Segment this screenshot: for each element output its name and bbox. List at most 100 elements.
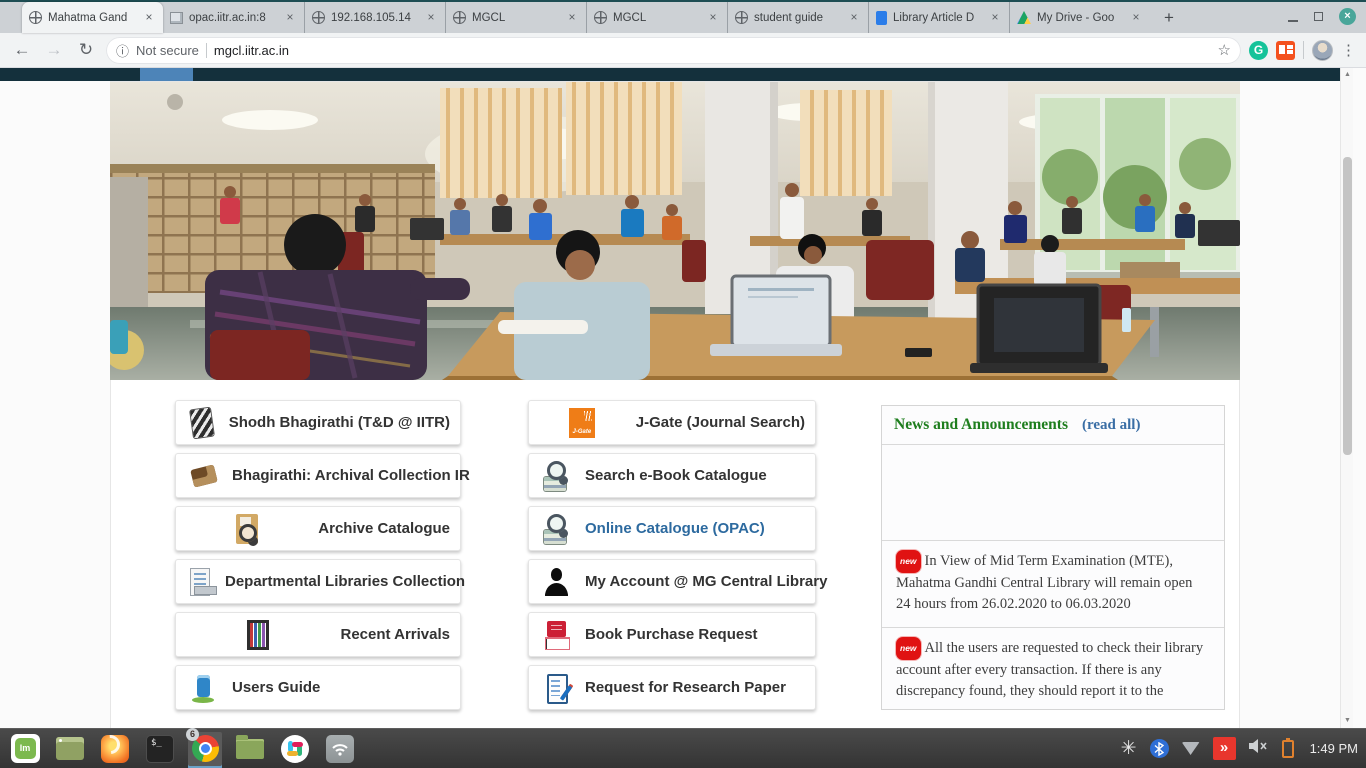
tab-title: Mahatma Gand bbox=[48, 12, 136, 24]
bookmark-star-icon[interactable]: ☆ bbox=[1218, 41, 1231, 59]
search-books-icon bbox=[543, 460, 570, 492]
link-label: Book Purchase Request bbox=[585, 626, 758, 643]
close-icon[interactable]: × bbox=[424, 11, 438, 25]
tab-title: MGCL bbox=[613, 12, 700, 24]
info-icon[interactable]: ⓘ bbox=[116, 41, 129, 60]
link-book-purchase-request[interactable]: Book Purchase Request bbox=[528, 612, 816, 657]
close-icon[interactable]: × bbox=[142, 11, 156, 25]
news-header: News and Announcements (read all) bbox=[882, 406, 1224, 445]
browser-toolbar: ← → ↻ ⓘ Not secure mgcl.iitr.ac.in ☆ G ⋮ bbox=[0, 33, 1366, 68]
new-badge: new bbox=[896, 550, 921, 573]
terminal-launcher[interactable]: $_ bbox=[143, 732, 177, 766]
close-icon[interactable]: × bbox=[565, 11, 579, 25]
close-icon[interactable]: × bbox=[283, 11, 297, 25]
slack-launcher[interactable] bbox=[278, 732, 312, 766]
tab-title: opac.iitr.ac.in:8 bbox=[189, 12, 277, 24]
profile-avatar[interactable] bbox=[1312, 40, 1333, 61]
link-request-research-paper[interactable]: Request for Research Paper bbox=[528, 665, 816, 710]
link-label: Search e-Book Catalogue bbox=[585, 467, 767, 484]
browser-menu-icon[interactable]: ⋮ bbox=[1341, 41, 1356, 59]
hero-photo bbox=[110, 82, 1240, 380]
link-search-ebook[interactable]: Search e-Book Catalogue bbox=[528, 453, 816, 498]
divider bbox=[1303, 41, 1304, 59]
close-icon[interactable]: × bbox=[988, 11, 1002, 25]
firefox-launcher[interactable] bbox=[98, 732, 132, 766]
terminal-icon: $_ bbox=[146, 735, 174, 763]
search-books-icon bbox=[543, 513, 570, 545]
tab-title: Library Article D bbox=[893, 12, 982, 24]
globe-icon bbox=[735, 11, 748, 24]
link-departmental-libraries[interactable]: Departmental Libraries Collection bbox=[175, 559, 461, 604]
read-all-link[interactable]: (read all) bbox=[1082, 417, 1140, 434]
desktop-window-icon bbox=[56, 737, 84, 760]
link-recent-arrivals[interactable]: Recent Arrivals bbox=[175, 612, 461, 657]
link-jgate[interactable]: J-Gate J-Gate (Journal Search) bbox=[528, 400, 816, 445]
document-printer-icon bbox=[190, 568, 210, 596]
show-desktop-button[interactable] bbox=[53, 732, 87, 766]
page-scrollbar[interactable]: ▲ ▼ bbox=[1340, 68, 1353, 728]
taskbar: lm $_ 6 bbox=[0, 728, 1366, 768]
tab-student-guide[interactable]: student guide × bbox=[727, 2, 868, 33]
site-navigation-bar bbox=[0, 68, 1353, 81]
globe-icon bbox=[29, 11, 42, 24]
window-controls: × bbox=[1288, 8, 1356, 25]
reload-button[interactable]: ↻ bbox=[74, 40, 98, 60]
restore-button[interactable] bbox=[1314, 12, 1323, 21]
slack-tray-icon[interactable]: ✳ bbox=[1121, 740, 1137, 758]
browser-tab-strip: Mahatma Gand × opac.iitr.ac.in:8 × 192.1… bbox=[0, 0, 1366, 33]
file-manager-launcher[interactable] bbox=[233, 732, 267, 766]
minimize-button[interactable] bbox=[1288, 20, 1298, 22]
nav-active-item[interactable] bbox=[140, 68, 193, 81]
tab-opac[interactable]: opac.iitr.ac.in:8 × bbox=[163, 2, 304, 33]
firefox-icon bbox=[101, 735, 129, 763]
forward-button[interactable]: → bbox=[42, 40, 66, 60]
volume-muted-icon[interactable] bbox=[1249, 738, 1269, 759]
quick-links-section: Shodh Bhagirathi (T&D @ IITR) Bhagirathi… bbox=[111, 380, 1239, 728]
link-my-account[interactable]: My Account @ MG Central Library bbox=[528, 559, 816, 604]
divider bbox=[206, 43, 207, 58]
globe-icon bbox=[594, 11, 607, 24]
address-bar[interactable]: ⓘ Not secure mgcl.iitr.ac.in ☆ bbox=[106, 37, 1241, 64]
grammarly-extension-icon[interactable]: G bbox=[1249, 41, 1268, 60]
mint-menu-button[interactable]: lm bbox=[8, 732, 42, 766]
new-tab-button[interactable]: + bbox=[1156, 5, 1182, 31]
close-icon[interactable]: × bbox=[1129, 11, 1143, 25]
news-item: newAll the users are requested to check … bbox=[882, 627, 1224, 710]
tab-library-article[interactable]: Library Article D × bbox=[868, 2, 1009, 33]
chrome-window-count-badge: 6 bbox=[186, 728, 199, 741]
tab-mgcl-2[interactable]: MGCL × bbox=[586, 2, 727, 33]
link-label: Shodh Bhagirathi (T&D @ IITR) bbox=[229, 414, 450, 431]
link-shodh-bhagirathi[interactable]: Shodh Bhagirathi (T&D @ IITR) bbox=[175, 400, 461, 445]
close-window-button[interactable]: × bbox=[1339, 8, 1356, 25]
orange-extension-icon[interactable] bbox=[1276, 41, 1295, 60]
link-bhagirathi-archival[interactable]: Bhagirathi: Archival Collection IR bbox=[175, 453, 461, 498]
battery-icon[interactable] bbox=[1282, 740, 1294, 758]
link-label: Users Guide bbox=[232, 679, 320, 696]
network-tool-launcher[interactable] bbox=[323, 732, 357, 766]
folder-search-icon bbox=[236, 514, 258, 544]
bluetooth-icon[interactable] bbox=[1150, 739, 1169, 758]
link-label: J-Gate (Journal Search) bbox=[636, 414, 805, 431]
link-online-catalogue-opac[interactable]: Online Catalogue (OPAC) bbox=[528, 506, 816, 551]
scroll-down-arrow[interactable]: ▼ bbox=[1341, 714, 1353, 728]
kiosk-icon bbox=[190, 672, 217, 704]
chrome-taskbar-item[interactable]: 6 bbox=[188, 732, 222, 766]
link-archive-catalogue[interactable]: Archive Catalogue bbox=[175, 506, 461, 551]
tab-ip-address[interactable]: 192.168.105.14 × bbox=[304, 2, 445, 33]
link-label: My Account @ MG Central Library bbox=[585, 573, 827, 590]
link-label: Recent Arrivals bbox=[341, 626, 451, 643]
tab-mahatma-gandhi[interactable]: Mahatma Gand × bbox=[22, 2, 163, 33]
scrollbar-thumb[interactable] bbox=[1343, 157, 1352, 455]
link-users-guide[interactable]: Users Guide bbox=[175, 665, 461, 710]
anydesk-icon[interactable]: » bbox=[1213, 737, 1236, 760]
close-icon[interactable]: × bbox=[706, 11, 720, 25]
close-icon[interactable]: × bbox=[847, 11, 861, 25]
taskbar-clock[interactable]: 1:49 PM bbox=[1310, 741, 1358, 756]
scroll-up-arrow[interactable]: ▲ bbox=[1341, 68, 1353, 82]
tab-mgcl-1[interactable]: MGCL × bbox=[445, 2, 586, 33]
network-signal-icon[interactable] bbox=[1182, 742, 1200, 755]
news-panel: News and Announcements (read all) newIn … bbox=[881, 405, 1225, 710]
tab-title: student guide bbox=[754, 12, 841, 24]
back-button[interactable]: ← bbox=[10, 40, 34, 60]
tab-my-drive[interactable]: My Drive - Goo × bbox=[1009, 2, 1150, 33]
